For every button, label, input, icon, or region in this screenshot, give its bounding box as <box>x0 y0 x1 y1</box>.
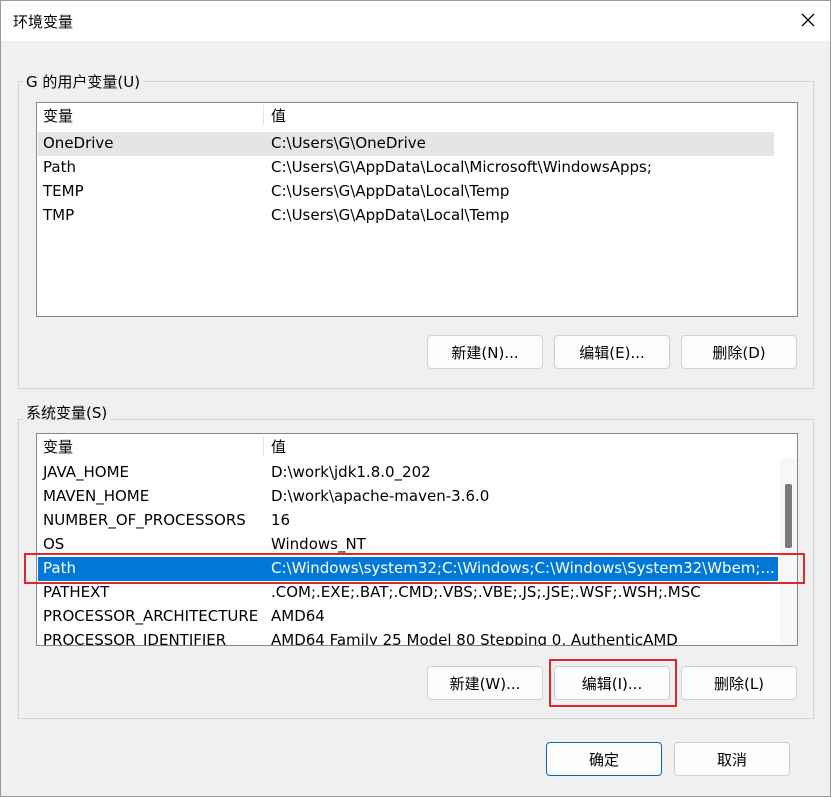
variable-name: OS <box>43 535 65 553</box>
list-item[interactable]: Path C:\Users\G\AppData\Local\Microsoft\… <box>38 156 774 180</box>
close-button[interactable] <box>786 1 830 39</box>
system-variables-list[interactable]: 变量 值 JAVA_HOME D:\work\jdk1.8.0_202 MAVE… <box>36 433 798 646</box>
variable-value: AMD64 <box>271 607 325 625</box>
variable-name: PATHEXT <box>43 583 110 601</box>
variable-value: C:\Users\G\AppData\Local\Microsoft\Windo… <box>271 158 652 176</box>
user-delete-button[interactable]: 删除(D) <box>681 335 797 369</box>
cancel-button[interactable]: 取消 <box>674 742 790 776</box>
close-icon <box>801 13 815 27</box>
list-item[interactable]: NUMBER_OF_PROCESSORS 16 <box>38 509 778 533</box>
vertical-scrollbar[interactable] <box>780 458 797 645</box>
variable-value: Windows_NT <box>271 535 366 553</box>
variable-name: PROCESSOR_IDENTIFIER <box>43 631 227 646</box>
variable-value: AMD64 Family 25 Model 80 Stepping 0, Aut… <box>271 631 678 646</box>
variable-name: TEMP <box>43 182 84 200</box>
scrollbar-thumb[interactable] <box>785 484 792 548</box>
list-item[interactable]: PROCESSOR_ARCHITECTURE AMD64 <box>38 605 778 629</box>
column-header-variable[interactable]: 变量 <box>43 105 73 126</box>
user-variables-list[interactable]: 变量 值 OneDrive C:\Users\G\OneDrive Path C… <box>36 102 798 317</box>
variable-value: D:\work\apache-maven-3.6.0 <box>271 487 490 505</box>
column-header-value[interactable]: 值 <box>271 105 286 126</box>
user-edit-button[interactable]: 编辑(E)... <box>554 335 670 369</box>
system-new-button[interactable]: 新建(W)... <box>427 666 543 700</box>
variable-value: .COM;.EXE;.BAT;.CMD;.VBS;.VBE;.JS;.JSE;.… <box>271 583 701 601</box>
variable-name: TMP <box>43 206 75 224</box>
list-header: 变量 值 <box>37 434 797 456</box>
variable-name: NUMBER_OF_PROCESSORS <box>43 511 246 529</box>
variable-name: OneDrive <box>43 134 114 152</box>
user-variables-label: G 的用户变量(U) <box>23 71 144 92</box>
list-item[interactable]: PROCESSOR_IDENTIFIER AMD64 Family 25 Mod… <box>38 629 778 646</box>
variable-name: MAVEN_HOME <box>43 487 150 505</box>
variable-value: 16 <box>271 511 291 529</box>
variable-name: JAVA_HOME <box>43 463 130 481</box>
list-item[interactable]: JAVA_HOME D:\work\jdk1.8.0_202 <box>38 461 778 485</box>
list-header: 变量 值 <box>37 103 797 125</box>
system-delete-button[interactable]: 删除(L) <box>681 666 797 700</box>
list-item[interactable]: TMP C:\Users\G\AppData\Local\Temp <box>38 204 774 228</box>
list-item[interactable]: OneDrive C:\Users\G\OneDrive <box>38 132 774 156</box>
column-separator[interactable] <box>263 436 264 456</box>
path-row-highlight <box>24 553 805 584</box>
variable-value: C:\Users\G\AppData\Local\Temp <box>271 182 510 200</box>
variable-name: PROCESSOR_ARCHITECTURE <box>43 607 259 625</box>
column-header-value[interactable]: 值 <box>271 436 286 457</box>
edit-button-highlight <box>549 659 677 707</box>
column-separator[interactable] <box>263 105 264 125</box>
variable-value: C:\Users\G\AppData\Local\Temp <box>271 206 510 224</box>
list-item[interactable]: MAVEN_HOME D:\work\apache-maven-3.6.0 <box>38 485 778 509</box>
list-item[interactable]: TEMP C:\Users\G\AppData\Local\Temp <box>38 180 774 204</box>
system-variables-label: 系统变量(S) <box>23 402 111 423</box>
list-item[interactable]: PATHEXT .COM;.EXE;.BAT;.CMD;.VBS;.VBE;.J… <box>38 581 778 605</box>
variable-value: D:\work\jdk1.8.0_202 <box>271 463 431 481</box>
variable-name: Path <box>43 158 76 176</box>
user-new-button[interactable]: 新建(N)... <box>427 335 543 369</box>
column-header-variable[interactable]: 变量 <box>43 436 73 457</box>
window-title: 环境变量 <box>13 13 74 31</box>
ok-button[interactable]: 确定 <box>546 742 662 776</box>
title-bar: 环境变量 <box>1 1 830 41</box>
environment-variables-dialog: 环境变量 G 的用户变量(U) 变量 值 OneDrive C:\Users\G… <box>0 0 831 797</box>
variable-value: C:\Users\G\OneDrive <box>271 134 426 152</box>
